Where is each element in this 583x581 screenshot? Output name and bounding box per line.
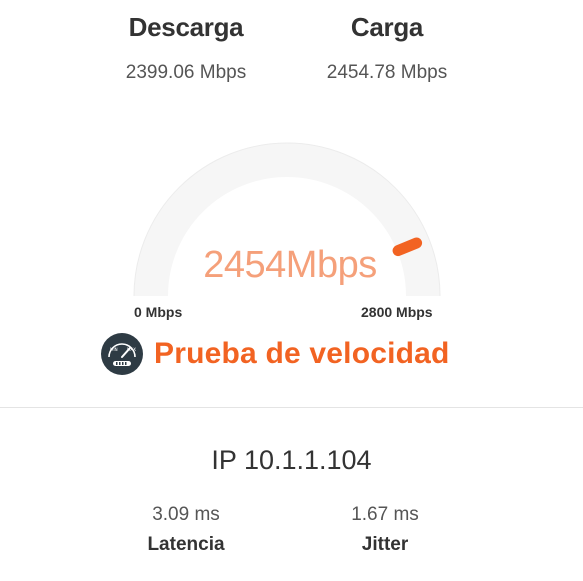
gauge-max-label: 2800 Mbps: [361, 304, 433, 320]
gauge-reading: 2454Mbps: [203, 244, 377, 286]
speedometer-icon: MIN MAX: [101, 333, 143, 375]
gauge-min-label: 0 Mbps: [134, 304, 183, 320]
svg-text:MAX: MAX: [127, 347, 136, 352]
jitter-value: 1.67 ms: [351, 504, 419, 525]
divider: [0, 407, 583, 408]
ip-address: IP 10.1.1.104: [211, 445, 372, 475]
svg-text:MIN: MIN: [110, 347, 118, 352]
brand: MIN MAX Prueba de velocidad: [100, 332, 450, 376]
jitter-label: Jitter: [361, 534, 409, 555]
latency-label: Latencia: [147, 534, 225, 555]
latency-value: 3.09 ms: [152, 504, 220, 525]
brand-title: Prueba de velocidad: [154, 337, 450, 370]
